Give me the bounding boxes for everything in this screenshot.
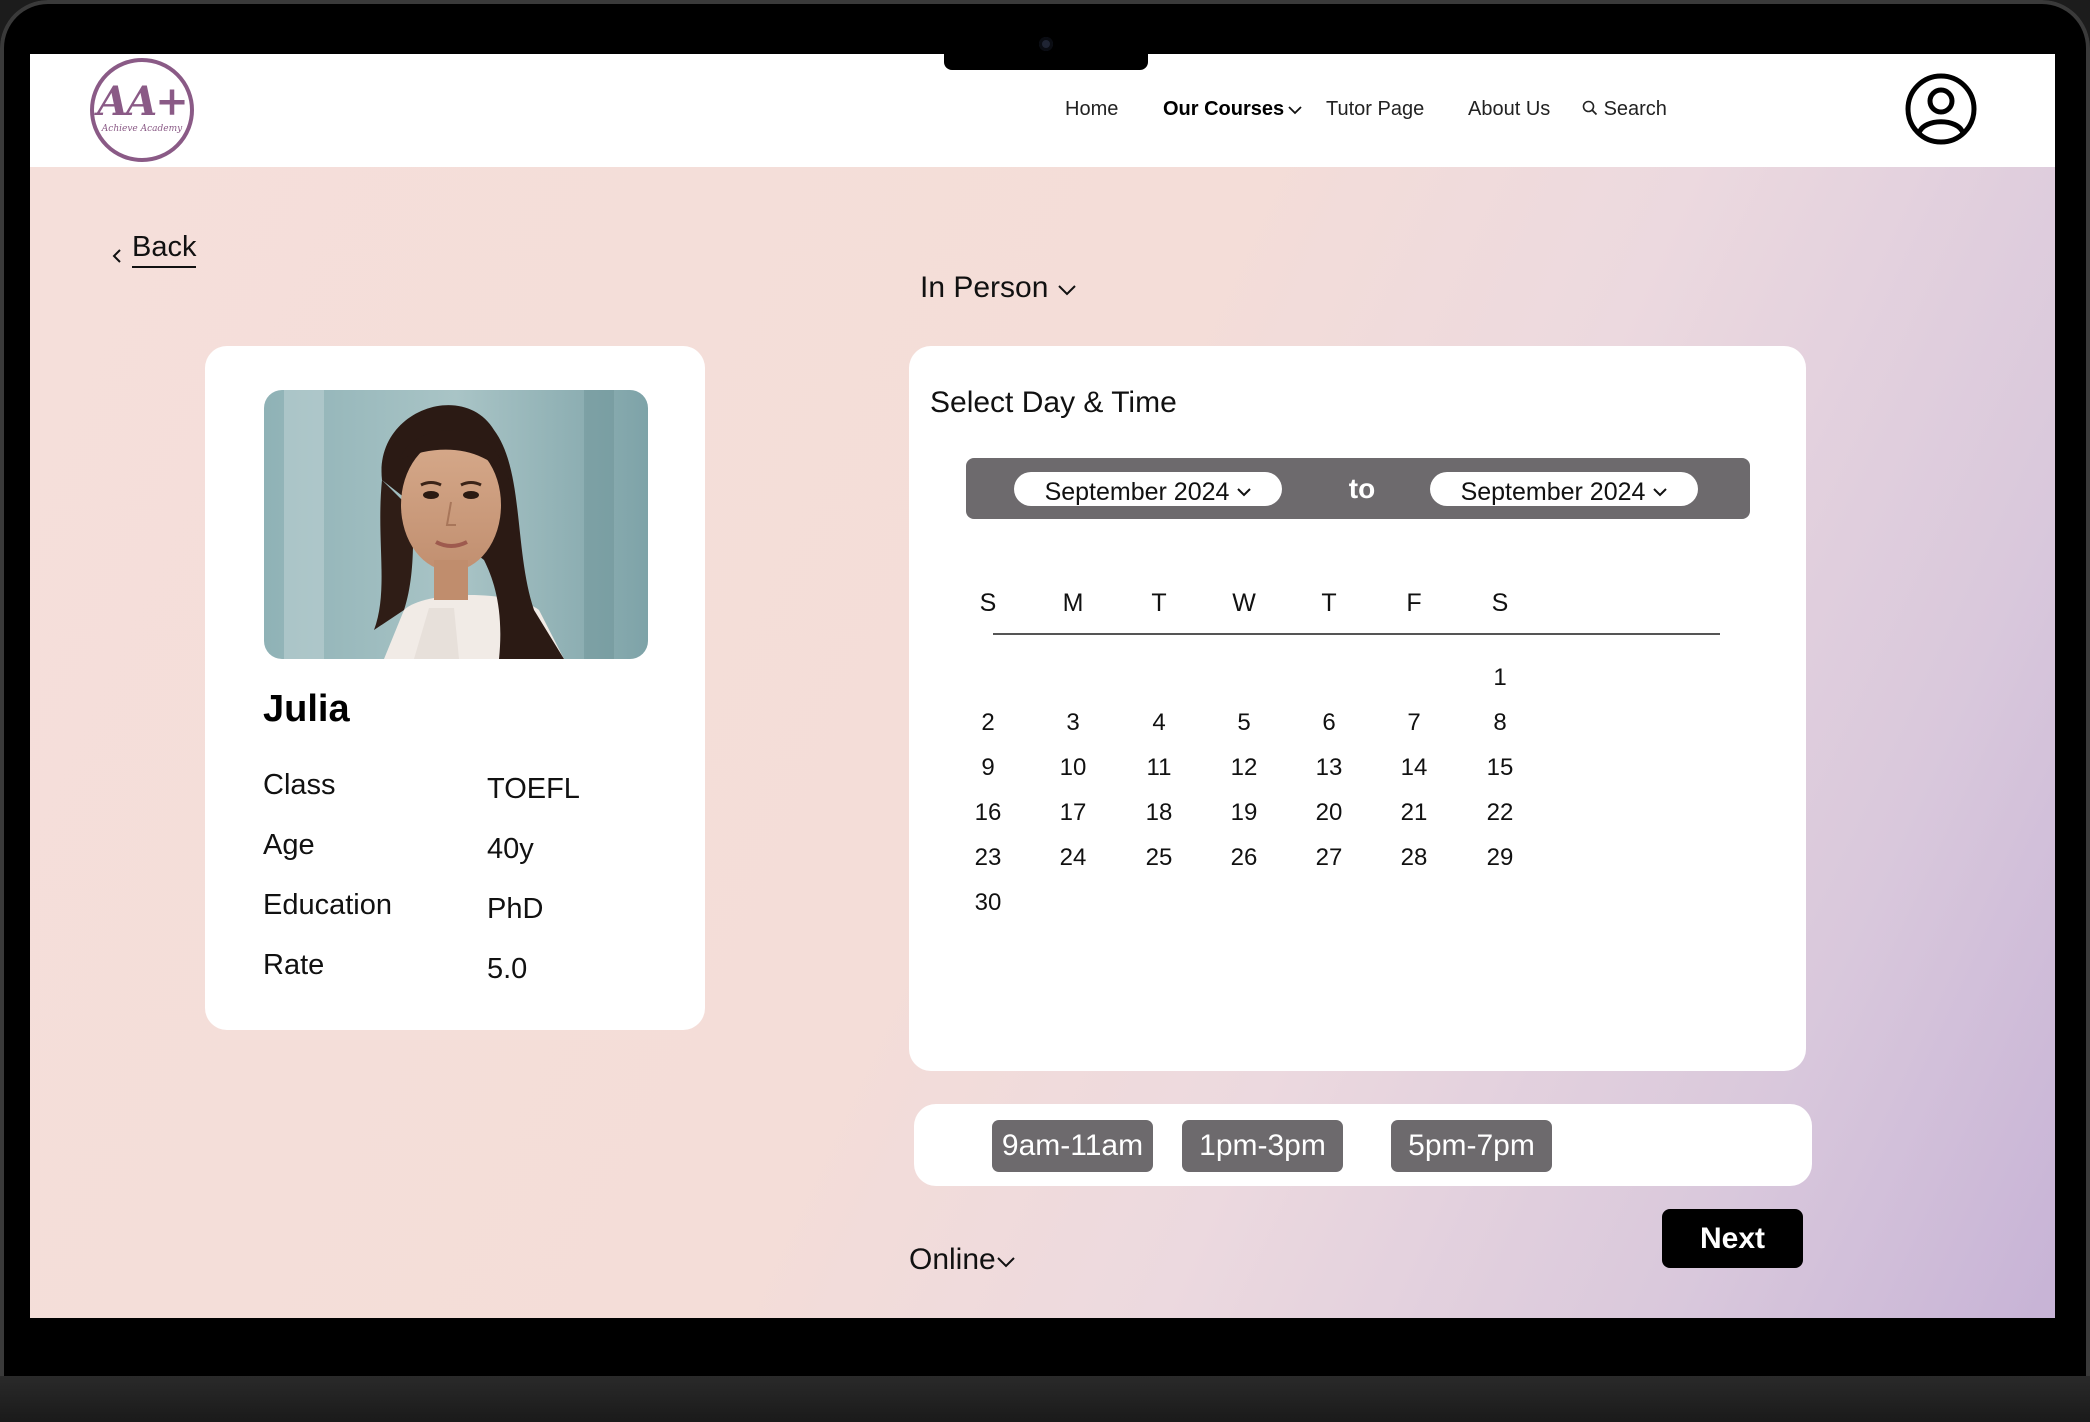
calendar-day[interactable]: 22 [1470,799,1530,827]
from-month-label: September 2024 [1044,478,1230,506]
nav-home[interactable]: Home [1065,98,1118,124]
calendar-day[interactable]: 8 [1470,709,1530,737]
weekday-header: S [1491,589,1509,617]
in-person-dropdown[interactable]: In Person [920,271,1077,305]
user-account-icon[interactable] [1904,72,1978,146]
calendar-day[interactable]: 16 [958,799,1018,827]
time-slot-1pm-3pm[interactable]: 1pm-3pm [1182,1120,1343,1172]
calendar-day[interactable]: 5 [1214,709,1274,737]
logo-mark: AA+ [97,78,189,125]
calendar-day[interactable]: 15 [1470,754,1530,782]
online-label: Online [909,1243,996,1276]
tutor-profile-card: Julia Class TOEFL Age 40y Education PhD … [205,346,705,1030]
screen: AA+ Achieve Academy Home Our Courses Tut… [30,54,2055,1318]
calendar-day[interactable]: 9 [958,754,1018,782]
class-label: Class [263,769,336,801]
time-slot-9am-11am[interactable]: 9am-11am [992,1120,1153,1172]
weekday-header: F [1406,589,1422,617]
age-value: 40y [487,833,534,865]
calendar-day[interactable]: 27 [1299,844,1359,872]
education-label: Education [263,889,392,921]
calendar-day[interactable]: 28 [1384,844,1444,872]
rate-label: Rate [263,949,325,981]
nav-our-courses[interactable]: Our Courses [1163,98,1302,124]
range-to-label: to [1348,473,1376,504]
calendar-day[interactable]: 10 [1043,754,1103,782]
laptop-base [0,1376,2090,1422]
age-label: Age [263,829,315,861]
calendar-day[interactable]: 20 [1299,799,1359,827]
nav-tutor-page[interactable]: Tutor Page [1326,98,1424,124]
calendar-day[interactable]: 17 [1043,799,1103,827]
laptop-frame: AA+ Achieve Academy Home Our Courses Tut… [0,0,2090,1422]
chevron-down-icon [1237,472,1252,506]
screen-notch [944,54,1148,70]
calendar-day[interactable]: 7 [1384,709,1444,737]
back-label: Back [132,231,197,268]
online-dropdown[interactable]: Online [909,1243,1016,1277]
calendar-day[interactable]: 6 [1299,709,1359,737]
calendar-day[interactable]: 29 [1470,844,1530,872]
weekday-header: T [1151,589,1167,617]
chevron-left-icon [112,239,122,272]
calendar-day[interactable]: 24 [1043,844,1103,872]
time-slot-bar: 9am-11am 1pm-3pm 5pm-7pm [914,1104,1812,1186]
academy-logo[interactable]: AA+ Achieve Academy [90,58,194,162]
search-icon [1582,98,1598,120]
calendar-title: Select Day & Time [930,386,1177,419]
calendar-day[interactable]: 21 [1384,799,1444,827]
calendar-day[interactable]: 2 [958,709,1018,737]
calendar-day[interactable]: 18 [1129,799,1189,827]
weekday-header: S [979,589,997,617]
next-button[interactable]: Next [1662,1209,1803,1268]
to-month-dropdown[interactable]: September 2024 [1430,472,1698,506]
weekday-header: M [1062,589,1084,617]
camera-icon [1039,37,1053,51]
rate-value: 5.0 [487,953,528,985]
weekday-header: T [1321,589,1337,617]
chevron-down-icon [1288,98,1302,121]
time-slot-5pm-7pm[interactable]: 5pm-7pm [1391,1120,1552,1172]
calendar-divider [993,633,1720,635]
education-value: PhD [487,893,544,925]
nav-about-us[interactable]: About Us [1468,98,1550,124]
calendar-day[interactable]: 30 [958,889,1018,917]
calendar-day[interactable]: 11 [1129,754,1189,782]
from-month-dropdown[interactable]: September 2024 [1014,472,1282,506]
chevron-down-icon [1653,472,1668,506]
calendar-day[interactable]: 1 [1470,664,1530,692]
month-range-bar: September 2024 to September 2024 [966,458,1750,519]
logo-tagline: Achieve Academy [101,124,183,134]
nav-search[interactable]: Search [1582,98,1667,124]
calendar-day[interactable]: 19 [1214,799,1274,827]
nav-our-courses-label: Our Courses [1163,98,1285,120]
tutor-photo [264,390,648,659]
chevron-down-icon [1057,271,1077,304]
calendar-card: Select Day & Time September 2024 to Sept… [909,346,1806,1071]
calendar-day[interactable]: 26 [1214,844,1274,872]
in-person-label: In Person [920,271,1049,304]
calendar-day[interactable]: 23 [958,844,1018,872]
tutor-name: Julia [263,688,350,730]
nav-search-label: Search [1603,98,1667,120]
booking-page: Back In Person Julia Class TOEFL Age 40y… [30,167,2055,1318]
to-month-label: September 2024 [1460,478,1646,506]
calendar-day[interactable]: 13 [1299,754,1359,782]
top-nav-bar: AA+ Achieve Academy Home Our Courses Tut… [30,54,2055,167]
class-value: TOEFL [487,773,580,805]
calendar-day[interactable]: 14 [1384,754,1444,782]
chevron-down-icon [996,1243,1016,1276]
weekday-header: W [1232,589,1256,617]
calendar-day[interactable]: 3 [1043,709,1103,737]
calendar-day[interactable]: 4 [1129,709,1189,737]
calendar-day[interactable]: 12 [1214,754,1274,782]
calendar-day[interactable]: 25 [1129,844,1189,872]
